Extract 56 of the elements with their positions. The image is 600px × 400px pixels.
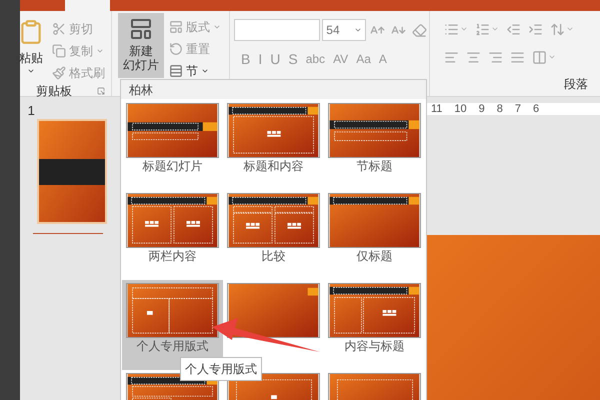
group-label: 段落 [564,76,588,93]
format-painter-button[interactable]: 格式刷 [50,63,107,83]
ruler-number: 10 [454,102,467,117]
caret-icon [548,53,556,61]
section-button[interactable]: 节 [167,61,223,81]
caret-icon [213,23,221,31]
font-size-field[interactable]: 54 [322,19,366,41]
format-button[interactable]: U [269,49,282,69]
reset-icon [169,42,183,56]
cut-button[interactable]: 剪切 [50,19,107,39]
columns-icon [532,50,547,64]
tooltip: 个人专用版式 [180,357,262,381]
cut-icon [52,22,66,36]
format-button[interactable]: Aa [355,49,372,69]
increase-indent-icon [528,22,543,36]
align-center-icon [466,50,481,64]
clear-formatting-icon [412,22,427,38]
gallery-header: 柏林 [121,80,426,99]
ruler-number: 11 [431,102,442,117]
bullets-icon [444,22,459,36]
format-button[interactable]: S [287,49,299,69]
slide-icon [129,17,153,41]
format-button[interactable]: I [257,49,264,69]
format-painter-icon [52,66,66,80]
copy-icon [52,44,66,58]
dialog-launcher-icon[interactable] [97,87,105,95]
caret-icon [201,67,209,75]
format-button[interactable]: B [240,49,252,69]
slide-number: 1 [26,102,36,120]
caret-icon [96,47,104,55]
font-name-field[interactable] [234,19,320,41]
ruler-number: 7 [514,102,522,117]
insertion-line [33,233,103,234]
layout-button[interactable]: 版式 [167,17,223,37]
line-spacing-icon [550,22,565,36]
decrease-indent-icon [506,22,521,36]
ruler-number: 9 [478,102,485,117]
group-label: 剪贴板 [36,83,72,100]
reset-button[interactable]: 重置 [167,39,223,59]
format-button[interactable]: abc [304,49,326,69]
align-left-icon [444,50,459,64]
layout-icon [169,20,183,34]
ruler-number: 8 [496,102,503,117]
new-slide-button[interactable]: 新建 幻灯片 [118,13,164,78]
align-right-icon [488,50,503,64]
format-button[interactable]: A [378,49,388,69]
caret-icon [491,25,499,33]
format-button[interactable]: AV [332,49,350,69]
ruler-number: 6 [533,102,540,117]
caret-icon [354,26,362,34]
justify-icon [510,50,525,64]
numbering-icon [475,22,490,36]
copy-button[interactable]: 复制 [50,41,107,61]
caret-icon [460,25,468,33]
caret-icon [566,25,574,33]
caret-icon [27,67,35,75]
